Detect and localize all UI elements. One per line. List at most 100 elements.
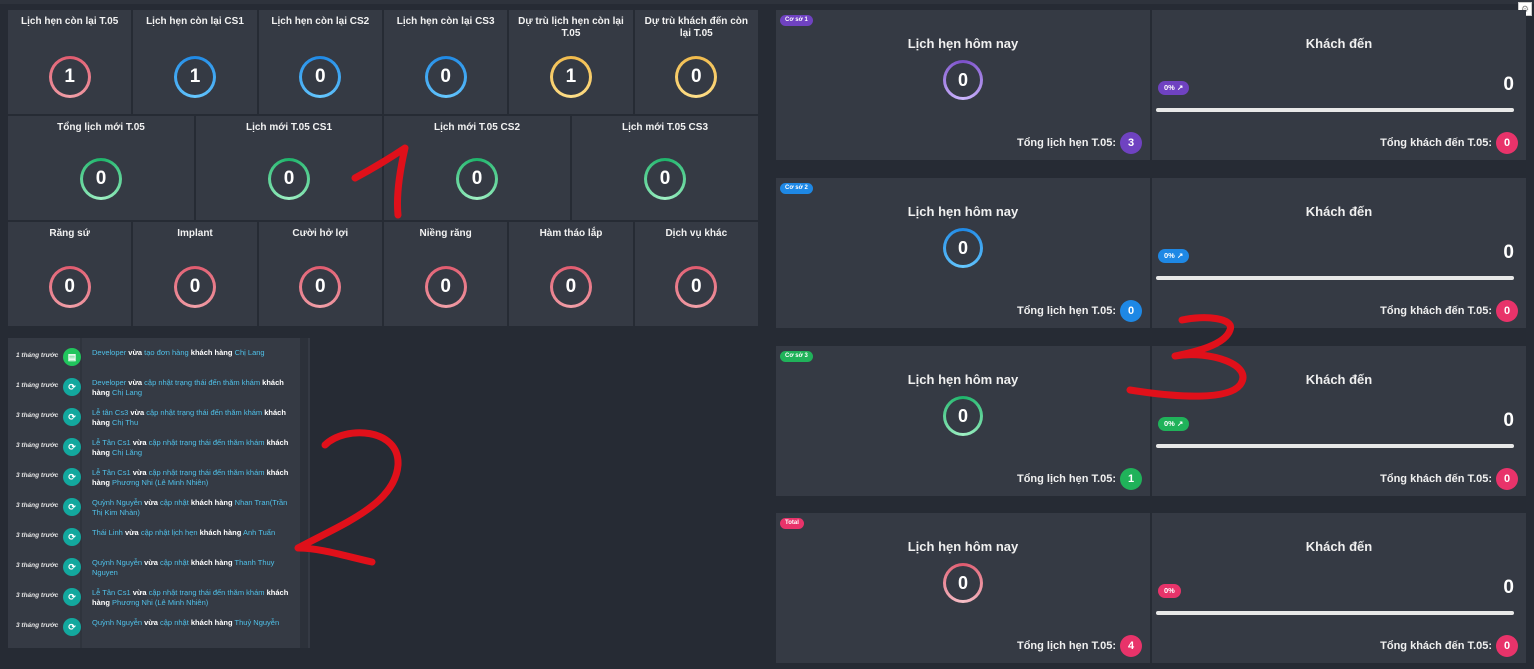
feed-item: 1 tháng trước ⟳ Developer vừa cập nhật trạ…: [8, 374, 300, 404]
feed-action[interactable]: cập nhật lịch hẹn: [141, 528, 198, 537]
stat-value: 0: [678, 59, 715, 95]
appointments-title: Lịch hẹn hôm nay: [907, 36, 1019, 51]
visits-total: Tổng khách đến T.05: 0: [1380, 468, 1518, 490]
summary-card: Cơ sở 2 Lịch hẹn hôm nay 0 Tổng lịch hẹn T.…: [776, 178, 1526, 328]
feed-target[interactable]: Phương Nhi (Lê Minh Nhiên): [112, 598, 208, 607]
stat-ring: 0: [299, 266, 342, 308]
visits-progress-bar: [1156, 444, 1514, 448]
stat-value: 0: [427, 269, 464, 305]
feed-actor[interactable]: Lễ Tân Cs1: [92, 438, 131, 447]
stat-label: Lịch hẹn còn lại CS2: [271, 16, 370, 27]
stat-card[interactable]: Hàm tháo lắp 0: [509, 222, 633, 326]
appointments-total: Tổng lịch hẹn T.05: 3: [1017, 132, 1142, 154]
stat-card[interactable]: Lịch mới T.05 CS2 0: [384, 116, 570, 220]
feed-target[interactable]: Chị Thu: [112, 418, 138, 427]
appointments-panel: Cơ sở 2 Lịch hẹn hôm nay 0 Tổng lịch hẹn T.…: [776, 178, 1150, 328]
feed-verb: vừa: [130, 408, 145, 417]
stat-card[interactable]: Niềng răng 0: [383, 222, 508, 326]
feed-action[interactable]: cập nhật trạng thái đến thăm khám: [146, 408, 262, 417]
feed-actor[interactable]: Quỳnh Nguyễn: [92, 498, 142, 507]
stat-card[interactable]: Lịch mới T.05 CS3 0: [572, 116, 758, 220]
visits-percent: 0%: [1164, 83, 1175, 92]
feed-verb: vừa: [132, 468, 147, 477]
feed-action[interactable]: cập nhật: [160, 558, 189, 567]
stat-card[interactable]: Lịch hẹn còn lại CS1 1: [133, 10, 257, 114]
feed-text: Thái Linh vừa cập nhật lịch hẹn khách hà…: [92, 528, 298, 538]
stats-grid: Lịch hẹn còn lại T.05 1 Lịch hẹn còn lại C…: [8, 10, 758, 328]
visits-title: Khách đến: [1305, 372, 1373, 387]
visits-percent-badge: 0%: [1158, 584, 1181, 598]
stat-card[interactable]: Lịch hẹn còn lại CS3 0: [383, 10, 508, 114]
stat-label: Tổng lịch mới T.05: [57, 122, 145, 133]
visits-panel: Khách đến 0% ↗ 0 Tổng khách đến T.05: 0: [1152, 10, 1526, 160]
stat-ring: 0: [675, 56, 718, 98]
feed-time: 3 tháng trước: [16, 412, 59, 419]
stat-label: Cười hở lợi: [292, 228, 349, 239]
stat-card[interactable]: Cười hở lợi 0: [258, 222, 382, 326]
stat-value: 1: [552, 59, 589, 95]
visits-percent: 0%: [1164, 419, 1175, 428]
stat-card[interactable]: Dịch vụ khác 0: [634, 222, 758, 326]
stat-card[interactable]: Răng sứ 0: [8, 222, 132, 326]
stat-ring: 1: [549, 56, 592, 98]
feed-action[interactable]: cập nhật: [160, 498, 189, 507]
feed-item: 3 tháng trước ⟳ Lễ tân Cs3 vừa cập nhật tr…: [8, 404, 300, 434]
stat-card[interactable]: Dự trù khách đến còn lại T.05 0: [634, 10, 758, 114]
feed-pre: khách hàng: [190, 558, 233, 567]
stat-card[interactable]: Lịch hẹn còn lại T.05 1: [8, 10, 132, 114]
summary-card: Total Lịch hẹn hôm nay 0 Tổng lịch hẹn T.05…: [776, 513, 1526, 663]
feed-time: 3 tháng trước: [16, 502, 59, 509]
feed-target[interactable]: Chị Lăng: [112, 448, 142, 457]
visits-total-label: Tổng khách đến T.05:: [1380, 305, 1492, 317]
stat-card[interactable]: Lịch hẹn còn lại CS2 0: [258, 10, 382, 114]
appointments-value: 0: [946, 231, 980, 265]
visits-percent-badge: 0% ↗: [1158, 249, 1190, 263]
visits-total-count: 0: [1496, 300, 1518, 322]
appointments-total-label: Tổng lịch hẹn T.05:: [1016, 473, 1116, 485]
stat-card[interactable]: Lịch mới T.05 CS1 0: [196, 116, 382, 220]
feed-target[interactable]: Chị Lang: [112, 388, 142, 397]
refresh-icon: ⟳: [63, 528, 81, 546]
feed-actor[interactable]: Lễ tân Cs3: [92, 408, 128, 417]
feed-target[interactable]: Phương Nhi (Lê Minh Nhiên): [112, 478, 208, 487]
branch-badge: Cơ sở 2: [780, 183, 813, 194]
feed-action[interactable]: cập nhật trạng thái đến thăm khám: [149, 468, 265, 477]
feed-target[interactable]: Chị Lang: [235, 348, 265, 357]
feed-action[interactable]: tạo đơn hàng: [144, 348, 189, 357]
stat-card[interactable]: Tổng lịch mới T.05 0: [8, 116, 194, 220]
feed-text: Lễ Tân Cs1 vừa cập nhật trạng thái đến t…: [92, 468, 298, 488]
feed-actor[interactable]: Lễ Tân Cs1: [92, 468, 131, 477]
feed-action[interactable]: cập nhật trạng thái đến thăm khám: [144, 378, 260, 387]
refresh-icon: ⟳: [63, 378, 81, 396]
visits-title: Khách đến: [1305, 36, 1373, 51]
stat-card[interactable]: Implant 0: [133, 222, 257, 326]
stat-ring: 1: [173, 56, 216, 98]
appointments-ring: 0: [943, 396, 983, 436]
feed-verb: vừa: [144, 498, 158, 507]
feed-pre: khách hàng: [190, 348, 233, 357]
visits-panel: Khách đến 0% ↗ 0 Tổng khách đến T.05: 0: [1152, 178, 1526, 328]
stat-value: 1: [51, 59, 88, 95]
feed-text: Developer vừa tạo đơn hàng khách hàng Ch…: [92, 348, 298, 358]
feed-action[interactable]: cập nhật trạng thái đến thăm khám: [149, 588, 265, 597]
feed-pre: khách hàng: [190, 618, 233, 627]
stat-label: Răng sứ: [49, 228, 90, 239]
feed-actor[interactable]: Quỳnh Nguyễn: [92, 558, 142, 567]
refresh-icon: ⟳: [63, 498, 81, 516]
feed-actor[interactable]: Developer: [92, 378, 126, 387]
visits-progress-bar: [1156, 108, 1514, 112]
stat-value: 0: [271, 161, 307, 197]
feed-action[interactable]: cập nhật: [160, 618, 189, 627]
stat-card[interactable]: Dự trù lịch hẹn còn lại T.05 1: [509, 10, 633, 114]
stat-ring: 0: [456, 158, 498, 200]
feed-actor[interactable]: Developer: [92, 348, 126, 357]
feed-action[interactable]: cập nhật trạng thái đến thăm khám: [149, 438, 265, 447]
feed-actor[interactable]: Thái Linh: [92, 528, 123, 537]
feed-actor[interactable]: Lễ Tân Cs1: [92, 588, 131, 597]
feed-scrollbar[interactable]: [300, 338, 308, 648]
feed-target[interactable]: Thuỷ Nguyễn: [235, 618, 280, 627]
feed-actor[interactable]: Quỳnh Nguyễn: [92, 618, 142, 627]
feed-time: 3 tháng trước: [16, 442, 59, 449]
feed-target[interactable]: Anh Tuấn: [243, 528, 275, 537]
stat-ring: 0: [675, 266, 718, 308]
